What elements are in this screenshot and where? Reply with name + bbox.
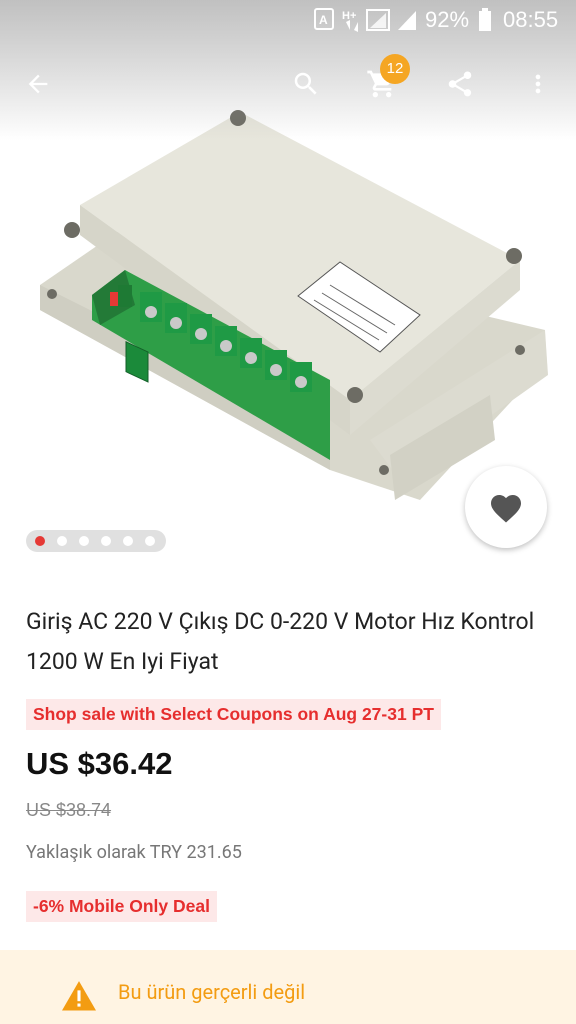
promo-banner[interactable]: Shop sale with Select Coupons on Aug 27-… xyxy=(26,699,441,730)
warning-text: Bu ürün gerçerli değil xyxy=(118,980,306,1004)
svg-text:A: A xyxy=(319,13,328,27)
heart-icon xyxy=(491,495,521,523)
share-button[interactable] xyxy=(436,60,484,108)
more-vert-icon xyxy=(535,74,541,94)
pager-dot[interactable] xyxy=(57,536,67,546)
signal-icon xyxy=(398,11,416,30)
clock: 08:55 xyxy=(503,7,559,32)
pager-dot[interactable] xyxy=(79,536,89,546)
share-icon xyxy=(448,71,472,97)
mobile-deal-badge: -6% Mobile Only Deal xyxy=(26,891,217,922)
app-toolbar xyxy=(0,56,576,116)
back-button[interactable] xyxy=(14,60,62,108)
svg-text:H+: H+ xyxy=(342,10,356,22)
battery-percent: 92% xyxy=(425,7,470,32)
hplus-signal-icon: H+ xyxy=(342,10,358,32)
search-icon xyxy=(294,72,317,95)
pager-dot[interactable] xyxy=(123,536,133,546)
wishlist-button[interactable] xyxy=(465,466,547,548)
product-title: Giriş AC 220 V Çıkış DC 0-220 V Motor Hı… xyxy=(26,608,535,675)
unavailable-warning-bar: Bu ürün gerçerli değil xyxy=(0,950,576,1024)
warning-icon xyxy=(62,981,96,1011)
notification-app-icon: A xyxy=(314,8,334,30)
pager-dot[interactable] xyxy=(35,536,45,546)
image-pager[interactable] xyxy=(26,530,166,552)
battery-icon xyxy=(479,8,491,31)
original-price: US $38.74 xyxy=(26,800,112,820)
search-button[interactable] xyxy=(282,60,330,108)
pager-dot[interactable] xyxy=(145,536,155,546)
signal-icon xyxy=(366,9,390,31)
status-bar: A H+ 92% 08:55 xyxy=(0,0,576,40)
pager-dot[interactable] xyxy=(101,536,111,546)
more-options-button[interactable] xyxy=(514,60,562,108)
current-price: US $36.42 xyxy=(26,746,173,781)
approx-local-price: Yaklaşık olarak TRY 231.65 xyxy=(26,842,242,863)
cart-count-badge: 12 xyxy=(380,54,410,84)
back-arrow-icon xyxy=(28,74,48,94)
